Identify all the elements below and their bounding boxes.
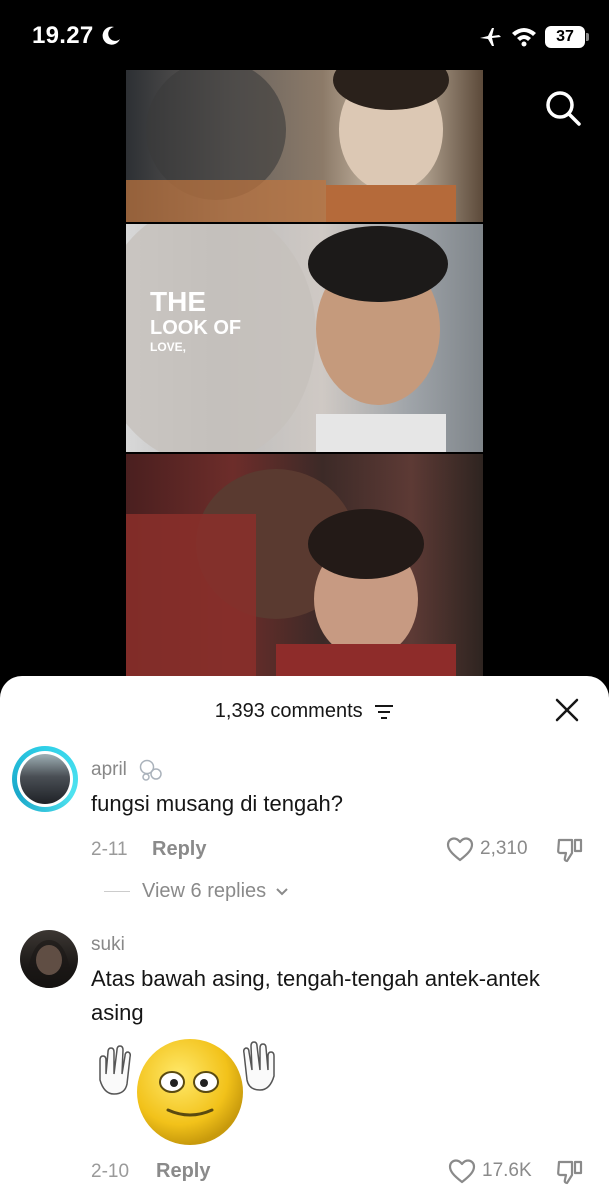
bubbles-badge-icon <box>139 759 162 781</box>
headline-line1: THE <box>150 286 206 317</box>
battery-cap <box>586 33 589 41</box>
filter-icon[interactable] <box>374 704 394 720</box>
video-frame-bottom <box>126 454 483 680</box>
comment-date: 2-10 <box>91 1161 130 1182</box>
avatar[interactable] <box>12 746 78 812</box>
comment-text: fungsi musang di tengah? <box>91 791 343 816</box>
status-time: 19.27 <box>32 22 94 49</box>
dislike-icon[interactable] <box>556 836 584 864</box>
comments-header: 1,393 comments <box>0 700 609 723</box>
comment-text: Atas bawah asing, tengah-tengah antek-an… <box>91 966 540 1025</box>
comment-date: 2-11 <box>91 839 128 860</box>
video-frame-bottom-image <box>126 469 456 680</box>
view-replies-label[interactable]: View 6 replies <box>142 880 266 902</box>
video-frame-top-image <box>126 70 456 222</box>
like-button[interactable]: 2,310 <box>446 836 528 862</box>
video-frame-top <box>126 70 483 222</box>
battery-indicator: 37 <box>545 26 585 48</box>
headline-line2: LOOK OF <box>150 317 242 339</box>
smiley-waving-hands-icon <box>99 1039 275 1145</box>
avatar-image <box>26 940 72 988</box>
video-headline: THE LOOK OF LOVE, <box>150 286 242 354</box>
comment-username[interactable]: suki <box>91 934 125 956</box>
comment-count: 1,393 comments <box>214 700 363 723</box>
wifi-icon <box>512 28 536 47</box>
heart-icon <box>446 837 474 862</box>
avatar-border <box>17 751 73 807</box>
reply-button[interactable]: Reply <box>152 838 206 861</box>
avatar-image <box>20 754 70 804</box>
view-replies-button[interactable]: View 6 replies <box>104 880 289 903</box>
username-text[interactable]: april <box>91 759 127 780</box>
video-frame-middle: THE LOOK OF LOVE, <box>126 224 483 452</box>
comment-sticker <box>88 1038 288 1148</box>
comments-sheet: 1,393 comments april fungsi musang di te… <box>0 676 609 1200</box>
avatar[interactable] <box>20 930 78 988</box>
like-count: 17.6K <box>482 1160 532 1181</box>
headline-line3: LOVE, <box>150 340 187 354</box>
airplane-mode-icon <box>480 28 501 46</box>
comment-username[interactable]: april <box>91 758 164 782</box>
dislike-icon[interactable] <box>556 1158 584 1186</box>
moon-icon <box>102 26 120 45</box>
search-icon[interactable] <box>543 88 583 128</box>
heart-icon <box>448 1159 476 1184</box>
like-button[interactable]: 17.6K <box>448 1158 532 1184</box>
chevron-down-icon <box>275 888 288 896</box>
video-player[interactable]: THE LOOK OF LOVE, <box>126 70 483 680</box>
reply-button[interactable]: Reply <box>156 1160 210 1183</box>
like-count: 2,310 <box>480 838 528 859</box>
close-icon[interactable] <box>553 696 581 724</box>
replies-divider <box>104 891 130 893</box>
status-bar: 19.27 37 <box>0 0 609 70</box>
